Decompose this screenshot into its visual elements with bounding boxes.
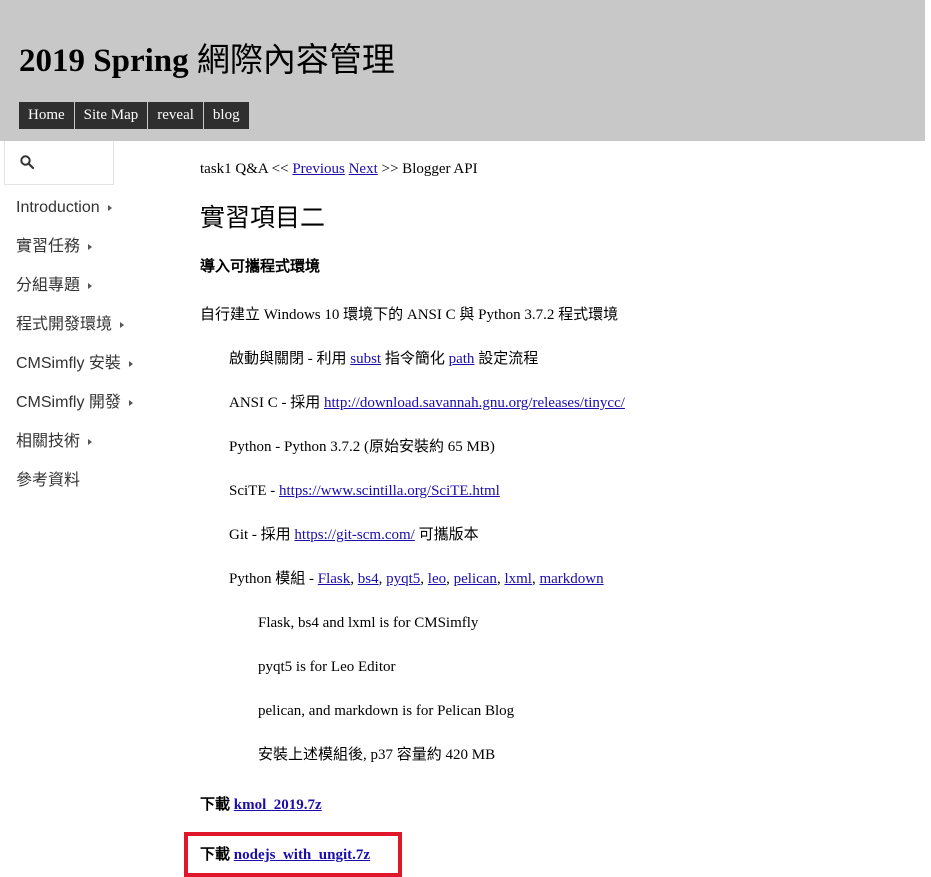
- nav-prefix: task1 Q&A <<: [200, 161, 289, 177]
- tinycc-link[interactable]: http://download.savannah.gnu.org/release…: [324, 395, 625, 411]
- sidebar-item-label: CMSimfly 開發: [16, 394, 121, 411]
- sidebar-item-label: 程式開發環境: [16, 316, 113, 333]
- ansi-c-item: ANSI C - 採用 http://download.savannah.gnu…: [229, 393, 625, 413]
- page-title: 實習項目二: [200, 205, 326, 232]
- intro-text: 自行建立 Windows 10 環境下的 ANSI C 與 Python 3.7…: [200, 307, 619, 323]
- sidebar-item-label: Introduction: [16, 199, 100, 216]
- search-button[interactable]: [4, 141, 114, 185]
- kmol-download-link[interactable]: kmol_2019.7z: [234, 797, 322, 813]
- sidebar-item-tasks[interactable]: 實習任務: [16, 229, 133, 268]
- download-nodejs: 下載 nodejs_with_ungit.7z: [200, 845, 370, 865]
- menu-home[interactable]: Home: [19, 102, 74, 129]
- bs4-link[interactable]: bs4: [358, 571, 379, 587]
- modules-prefix: Python 模組 -: [229, 571, 318, 587]
- menu-blog[interactable]: blog: [203, 102, 249, 129]
- leo-link[interactable]: leo: [428, 571, 446, 587]
- sidebar-item-label: 相關技術: [16, 433, 81, 450]
- site-title-latin: 2019 Spring: [19, 43, 189, 79]
- git-link[interactable]: https://git-scm.com/: [294, 527, 414, 543]
- pyqt5-link[interactable]: pyqt5: [386, 571, 420, 587]
- sidebar-item-cmsimfly-dev[interactable]: CMSimfly 開發: [16, 385, 133, 424]
- path-link[interactable]: path: [449, 351, 475, 367]
- git-suffix: 可攜版本: [414, 527, 479, 543]
- module-note: Flask, bs4 and lxml is for CMSimfly: [258, 615, 479, 631]
- markdown-link[interactable]: markdown: [539, 571, 603, 587]
- nodejs-download-link[interactable]: nodejs_with_ungit.7z: [234, 847, 370, 863]
- nav-suffix: >> Blogger API: [381, 161, 478, 177]
- sidebar-item-group-projects[interactable]: 分組專題: [16, 268, 133, 307]
- sidebar-item-references[interactable]: 參考資料: [16, 463, 133, 502]
- caret-right-icon: [128, 360, 133, 367]
- site-title-cjk: 網際內容管理: [196, 43, 395, 79]
- sidebar-item-related-tech[interactable]: 相關技術: [16, 424, 133, 463]
- download-label: 下載: [200, 797, 234, 813]
- git-item: Git - 採用 https://git-scm.com/ 可攜版本: [229, 525, 479, 545]
- sidebar-item-label: CMSimfly 安裝: [16, 355, 121, 372]
- site-header: 2019 Spring 網際內容管理 Home Site Map reveal …: [0, 0, 925, 141]
- download-kmol: 下載 kmol_2019.7z: [200, 795, 322, 815]
- caret-right-icon: [88, 438, 93, 445]
- sidebar-item-cmsimfly-install[interactable]: CMSimfly 安裝: [16, 346, 133, 385]
- python-item: Python - Python 3.7.2 (原始安裝約 65 MB): [229, 439, 495, 455]
- scite-item: SciTE - https://www.scintilla.org/SciTE.…: [229, 481, 500, 501]
- startup-item: 啟動與關閉 - 利用 subst 指令簡化 path 設定流程: [229, 349, 538, 369]
- scite-prefix: SciTE -: [229, 483, 279, 499]
- page-navigation: task1 Q&A << Previous Next >> Blogger AP…: [200, 159, 478, 179]
- caret-right-icon: [88, 282, 93, 289]
- flask-link[interactable]: Flask: [318, 571, 351, 587]
- module-note: pyqt5 is for Leo Editor: [258, 659, 396, 675]
- search-icon: [20, 155, 34, 169]
- module-note: pelican, and markdown is for Pelican Blo…: [258, 703, 515, 719]
- lxml-link[interactable]: lxml: [504, 571, 532, 587]
- caret-right-icon: [88, 243, 93, 250]
- pelican-link[interactable]: pelican: [454, 571, 497, 587]
- sidebar-item-label: 分組專題: [16, 277, 81, 294]
- subst-link[interactable]: subst: [350, 351, 381, 367]
- caret-right-icon: [128, 399, 133, 406]
- caret-right-icon: [120, 321, 125, 328]
- menu-reveal[interactable]: reveal: [148, 102, 203, 129]
- section-heading: 導入可攜程式環境: [200, 259, 321, 275]
- startup-middle: 指令簡化: [381, 351, 449, 367]
- caret-right-icon: [107, 204, 112, 211]
- scite-link[interactable]: https://www.scintilla.org/SciTE.html: [279, 483, 500, 499]
- sidebar-menu: Introduction 實習任務 分組專題 程式開發環境 CMSimfly 安…: [16, 190, 133, 502]
- sidebar-item-dev-environment[interactable]: 程式開發環境: [16, 307, 133, 346]
- download-label: 下載: [200, 847, 234, 863]
- next-link[interactable]: Next: [349, 161, 378, 177]
- ansi-c-prefix: ANSI C - 採用: [229, 395, 325, 411]
- python-modules-item: Python 模組 - Flask, bs4, pyqt5, leo, peli…: [229, 571, 604, 587]
- module-note: 安裝上述模組後, p37 容量約 420 MB: [258, 747, 496, 763]
- top-menu: Home Site Map reveal blog: [19, 102, 250, 129]
- sidebar-item-label: 參考資料: [16, 472, 81, 489]
- startup-suffix: 設定流程: [474, 351, 539, 367]
- sidebar-item-introduction[interactable]: Introduction: [16, 190, 133, 229]
- menu-site-map[interactable]: Site Map: [74, 102, 148, 129]
- sidebar-item-label: 實習任務: [16, 238, 81, 255]
- startup-prefix: 啟動與關閉 - 利用: [229, 351, 351, 367]
- site-title: 2019 Spring 網際內容管理: [19, 39, 395, 83]
- previous-link[interactable]: Previous: [292, 161, 345, 177]
- git-prefix: Git - 採用: [229, 527, 295, 543]
